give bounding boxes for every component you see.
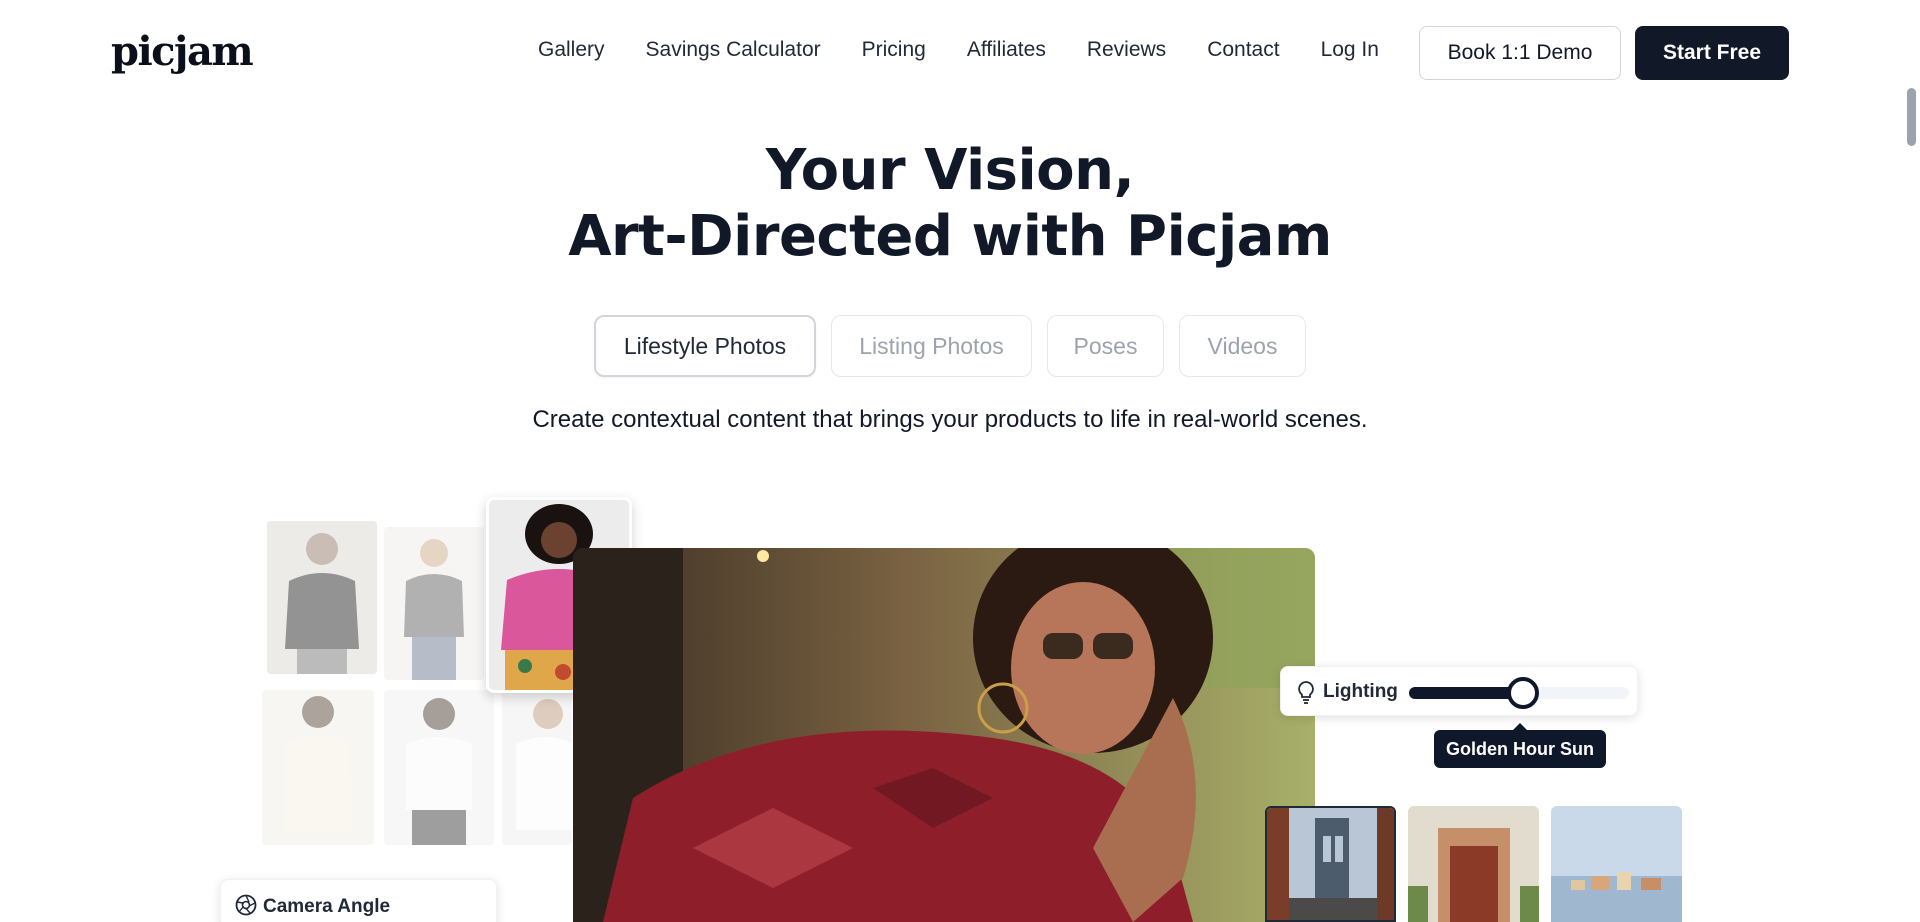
lighting-label: Lighting — [1323, 681, 1398, 702]
hero-tagline: Create contextual content that brings yo… — [532, 406, 1368, 433]
start-free-button[interactable]: Start Free — [1635, 26, 1789, 80]
nav-gallery[interactable]: Gallery — [538, 38, 605, 62]
content-type-tabs: Lifestyle Photos Listing Photos Poses Vi… — [594, 315, 1321, 377]
page-scrollbar[interactable] — [1903, 0, 1920, 922]
model-grey-tee-image — [384, 527, 484, 680]
product-thumbnail[interactable] — [502, 690, 572, 845]
nav-contact[interactable]: Contact — [1207, 38, 1279, 62]
model-black-tee-image — [267, 521, 377, 674]
location-thumbnail[interactable] — [1265, 806, 1396, 922]
aperture-icon — [235, 894, 257, 916]
tab-lifestyle-photos[interactable]: Lifestyle Photos — [594, 315, 816, 377]
product-thumbnail[interactable] — [384, 527, 484, 680]
picjam-logo[interactable]: picjam — [111, 28, 254, 75]
camera-angle-control[interactable]: Camera Angle — [220, 879, 497, 922]
camera-angle-label: Camera Angle — [263, 896, 391, 917]
nav-pricing[interactable]: Pricing — [862, 38, 926, 62]
lighting-slider-fill — [1409, 687, 1523, 699]
book-demo-button[interactable]: Book 1:1 Demo — [1419, 26, 1621, 80]
nav-affiliates[interactable]: Affiliates — [967, 38, 1046, 62]
nav-log-in[interactable]: Log In — [1321, 38, 1379, 62]
lighting-slider-handle[interactable] — [1507, 677, 1539, 709]
generated-lifestyle-photo — [573, 548, 1315, 922]
model-white-tee-image — [384, 690, 494, 845]
location-thumbnail[interactable] — [1408, 806, 1539, 922]
main-nav: Gallery Savings Calculator Pricing Affil… — [538, 38, 1420, 62]
hero-title: Your Vision, Art-Directed with Picjam — [0, 138, 1900, 270]
site-header: picjam Gallery Savings Calculator Pricin… — [0, 0, 1920, 105]
lighting-slider[interactable] — [1409, 677, 1629, 709]
hero-title-line-1: Your Vision, — [765, 138, 1135, 203]
brooklyn-bridge-image — [1267, 808, 1394, 920]
tab-poses[interactable]: Poses — [1047, 315, 1164, 377]
lighting-value-tooltip: Golden Hour Sun — [1434, 723, 1606, 768]
product-thumbnail[interactable] — [262, 690, 374, 845]
coastal-town-image — [1551, 806, 1682, 922]
lighting-control: Lighting — [1280, 666, 1638, 716]
hero-title-line-2: Art-Directed with Picjam — [568, 204, 1332, 269]
model-white-tee-image — [502, 690, 572, 845]
woman-sunglasses-cafe-image — [573, 548, 1315, 922]
nav-savings-calculator[interactable]: Savings Calculator — [646, 38, 821, 62]
tab-listing-photos[interactable]: Listing Photos — [831, 315, 1032, 377]
model-cream-tee-image — [262, 690, 374, 845]
nav-reviews[interactable]: Reviews — [1087, 38, 1166, 62]
scrollbar-thumb[interactable] — [1907, 88, 1916, 146]
product-thumbnail[interactable] — [267, 521, 377, 674]
tab-videos[interactable]: Videos — [1179, 315, 1306, 377]
product-thumbnail[interactable] — [384, 690, 494, 845]
lightbulb-icon — [1298, 681, 1314, 704]
townhouse-door-image — [1408, 806, 1539, 922]
location-thumbnail[interactable] — [1551, 806, 1682, 922]
